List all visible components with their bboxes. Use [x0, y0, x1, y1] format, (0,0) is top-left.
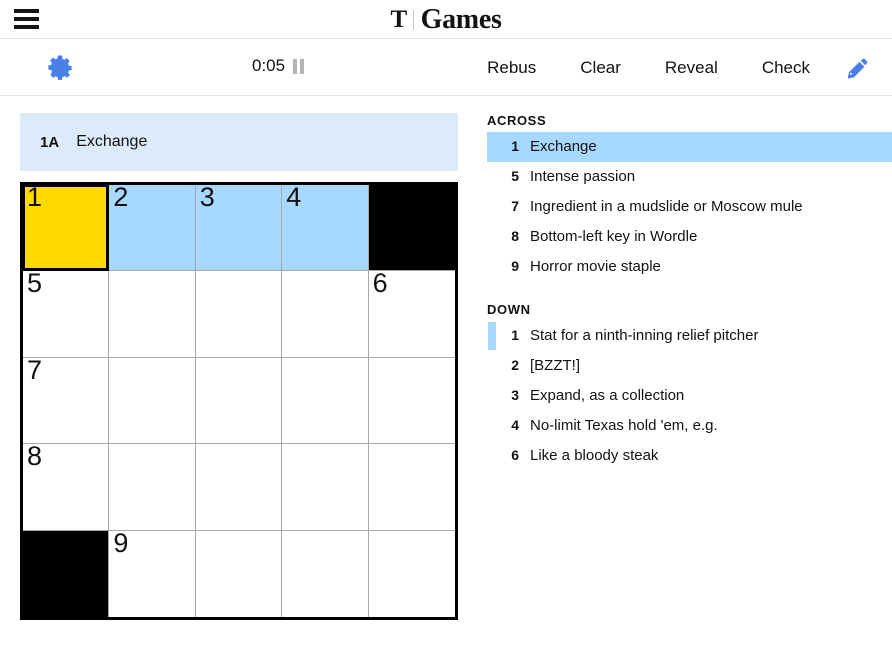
down-clue-list: 1 Stat for a ninth-inning relief pitcher 2… [487, 321, 892, 471]
clue-text: No-limit Texas hold 'em, e.g. [530, 417, 718, 434]
timer[interactable]: 0:05 [252, 56, 305, 76]
current-clue-text: Exchange [76, 133, 148, 150]
clue-text: Horror movie staple [530, 258, 661, 275]
check-button[interactable]: Check [740, 52, 832, 84]
cell-number: 9 [113, 527, 129, 558]
clear-button[interactable]: Clear [558, 52, 643, 84]
clue-number: 4 [511, 417, 519, 433]
grid-cell[interactable] [195, 271, 283, 358]
nyt-t-logo-icon: T [390, 6, 407, 33]
pencil-mode-icon[interactable] [838, 48, 878, 88]
clue-number: 8 [511, 228, 519, 244]
grid-cell[interactable] [195, 530, 283, 617]
clue-text: Ingredient in a mudslide or Moscow mule [530, 198, 803, 215]
grid-cell[interactable] [368, 444, 455, 531]
clue-row[interactable]: 5 Intense passion [487, 162, 892, 192]
cell-number: 6 [372, 268, 388, 299]
game-toolbar: 0:05 Rebus Clear Reveal Check [0, 39, 892, 96]
clue-row[interactable]: 7 Ingredient in a mudslide or Moscow mule [487, 192, 892, 222]
grid-cell[interactable] [282, 530, 369, 617]
clue-row[interactable]: 8 Bottom-left key in Wordle [487, 222, 892, 252]
logo-divider [412, 9, 414, 30]
grid-cell[interactable] [109, 357, 196, 445]
clue-number: 7 [511, 198, 519, 214]
nyt-games-logo[interactable]: T Games [0, 0, 892, 39]
main-area: 1A Exchange 123456789 ACROSS 1 Exchange 5 I… [0, 96, 892, 671]
clue-row[interactable]: 6 Like a bloody steak [487, 441, 892, 471]
clue-row[interactable]: 1 Stat for a ninth-inning relief pitcher [487, 321, 892, 351]
cell-number: 5 [27, 268, 43, 299]
clue-row[interactable]: 4 No-limit Texas hold 'em, e.g. [487, 411, 892, 441]
grid-cell[interactable] [368, 530, 455, 617]
grid-cell[interactable]: 9 [109, 528, 196, 617]
grid-cell[interactable]: 4 [282, 182, 369, 272]
grid-cell[interactable]: 1 [23, 182, 110, 272]
current-clue-bar[interactable]: 1A Exchange [20, 113, 458, 171]
clue-text: Exchange [530, 138, 597, 155]
down-heading: DOWN [487, 302, 531, 317]
clue-text: Expand, as a collection [530, 387, 685, 404]
clue-number: 2 [511, 357, 519, 373]
cell-number: 8 [27, 441, 43, 472]
across-clue-list: 1 Exchange 5 Intense passion 7 Ingredient in … [487, 132, 892, 282]
grid-cell[interactable] [195, 357, 283, 445]
grid-block-cell [23, 530, 110, 617]
grid-cell[interactable]: 5 [23, 268, 110, 358]
clue-text: Stat for a ninth-inning relief pitcher [530, 327, 759, 344]
puzzle-column: 1A Exchange 1 2 3 4 5 6 7 8 9 [20, 96, 458, 620]
grid-cell[interactable] [195, 444, 283, 531]
clue-text: Bottom-left key in Wordle [530, 228, 698, 245]
across-section: ACROSS 1 Exchange 5 Intense passion 7 Ingredi… [487, 113, 892, 282]
grid-cell[interactable]: 2 [109, 182, 196, 272]
games-wordmark: Games [420, 3, 502, 35]
grid-cell[interactable] [282, 271, 369, 358]
grid-cell[interactable] [282, 444, 369, 531]
current-clue-number: 1A [40, 133, 60, 151]
masthead: T Games [0, 0, 892, 39]
cell-number: 1 [27, 182, 43, 212]
clue-row[interactable]: 1 Exchange [487, 132, 892, 162]
grid-cell[interactable] [282, 357, 369, 445]
cell-number: 4 [286, 182, 302, 212]
clue-row[interactable]: 3 Expand, as a collection [487, 381, 892, 411]
pause-bar-2 [300, 58, 305, 74]
clue-text: Like a bloody steak [530, 447, 659, 464]
grid-cell[interactable]: 8 [23, 441, 110, 531]
clue-lists-column: ACROSS 1 Exchange 5 Intense passion 7 Ingredi… [487, 96, 892, 471]
grid-cell[interactable] [109, 444, 196, 531]
pause-icon[interactable] [293, 58, 305, 74]
grid-cell[interactable] [109, 271, 196, 358]
pause-bar-1 [293, 58, 298, 74]
clue-row[interactable]: 9 Horror movie staple [487, 252, 892, 282]
clue-number: 3 [511, 387, 519, 403]
clue-number: 1 [511, 138, 519, 154]
settings-gear-icon[interactable] [45, 53, 75, 83]
clue-number: 1 [511, 327, 519, 343]
crossword-grid[interactable]: 1 2 3 4 5 6 7 8 9 [20, 182, 458, 620]
grid-cell[interactable]: 7 [23, 355, 110, 445]
clue-number: 9 [511, 258, 519, 274]
clue-row[interactable]: 2 [BZZT!] [487, 351, 892, 381]
down-section: DOWN 1 Stat for a ninth-inning relief pit… [487, 302, 892, 471]
timer-text: 0:05 [252, 56, 286, 75]
reveal-button[interactable]: Reveal [643, 52, 740, 84]
cell-number: 7 [27, 354, 43, 385]
cell-number: 2 [113, 182, 129, 212]
grid-block-cell [368, 185, 455, 272]
grid-cell[interactable] [368, 357, 455, 445]
grid-cell[interactable]: 6 [368, 268, 455, 358]
cell-number: 3 [199, 182, 215, 212]
clue-number: 6 [511, 447, 519, 463]
rebus-button[interactable]: Rebus [465, 52, 558, 84]
clue-text: Intense passion [530, 168, 636, 185]
clue-text: [BZZT!] [530, 357, 580, 374]
clue-number: 5 [511, 168, 519, 184]
across-heading: ACROSS [487, 113, 547, 128]
grid-cell[interactable]: 3 [195, 182, 283, 272]
toolbar-actions: Rebus Clear Reveal Check [465, 39, 878, 96]
